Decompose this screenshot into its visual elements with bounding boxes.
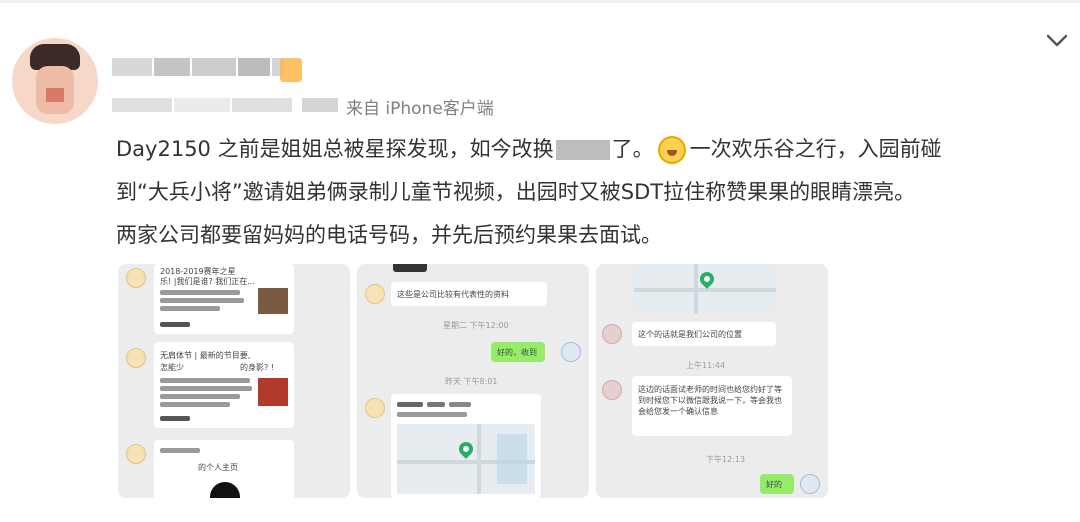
chat-avatar <box>126 444 146 464</box>
username-blurred[interactable] <box>112 52 302 82</box>
chat-avatar <box>800 474 820 494</box>
location-card <box>391 394 541 498</box>
post-line-2: 到“大兵小将”邀请姐弟俩录制儿童节视频，出园时又被SDT拉住称赞果果的眼睛漂亮。 <box>116 180 916 204</box>
chat-card: 的个人主页 <box>154 440 294 498</box>
user-avatar[interactable] <box>12 38 98 124</box>
chat-avatar <box>365 398 385 418</box>
redacted-text <box>555 140 610 160</box>
post-image-1[interactable]: 2018-2019赛年之星 乐! |我们是谁? 我们正在... 无肩体节 | 最… <box>118 264 350 498</box>
post-meta: 来自 iPhone客户端 <box>112 92 552 119</box>
post-image-3[interactable]: 这个的话就是我们公司的位置 上午11:44 这边的话面试老师的时间也给您约好了等… <box>596 264 828 498</box>
chat-avatar <box>126 268 146 288</box>
post-image-2[interactable]: 这些是公司比较有代表性的资料 星期二 下午12:00 好的，收到 昨天 下午8:… <box>357 264 589 498</box>
chat-avatar <box>126 348 146 368</box>
chat-avatar <box>561 342 581 362</box>
top-divider <box>0 0 1080 3</box>
map-pin-icon <box>456 439 476 459</box>
chat-bubble-sent: 好的 <box>760 474 794 494</box>
crying-laughing-emoji-icon <box>657 136 686 164</box>
vip-badge-icon <box>280 58 302 82</box>
chat-avatar <box>602 324 622 344</box>
chat-bubble: 这些是公司比较有代表性的资料 <box>391 282 547 306</box>
post-text: Day2150 之前是姐姐总被星探发现，如今改换 了。 一次欢乐谷之行，入园前碰 到… <box>116 128 1066 257</box>
chat-avatar <box>602 380 622 400</box>
chat-bubble: 这个的话就是我们公司的位置 <box>632 322 776 346</box>
post-line-1: Day2150 之前是姐姐总被星探发现，如今改换 了。 一次欢乐谷之行，入园前碰 <box>116 128 1066 171</box>
map-pin-icon <box>697 269 717 289</box>
chat-bubble-sent: 好的，收到 <box>491 342 545 362</box>
chat-card: 2018-2019赛年之星 乐! |我们是谁? 我们正在... <box>154 264 294 334</box>
chevron-down-icon[interactable] <box>1040 26 1074 56</box>
post-source: 来自 iPhone客户端 <box>346 99 494 119</box>
post-line-3: 两家公司都要留妈妈的电话号码，并先后预约果果去面试。 <box>116 223 662 247</box>
map-thumbnail <box>397 424 535 494</box>
chat-bubble: 这边的话面试老师的时间也给您约好了等到时候您下以微信跟我说一下，等会我也会给您发… <box>632 376 792 436</box>
chat-card: 无肩体节 | 最新的节目要, 怎能少 的身影? ! <box>154 342 294 428</box>
chat-avatar <box>365 284 385 304</box>
map-thumbnail <box>634 264 776 314</box>
